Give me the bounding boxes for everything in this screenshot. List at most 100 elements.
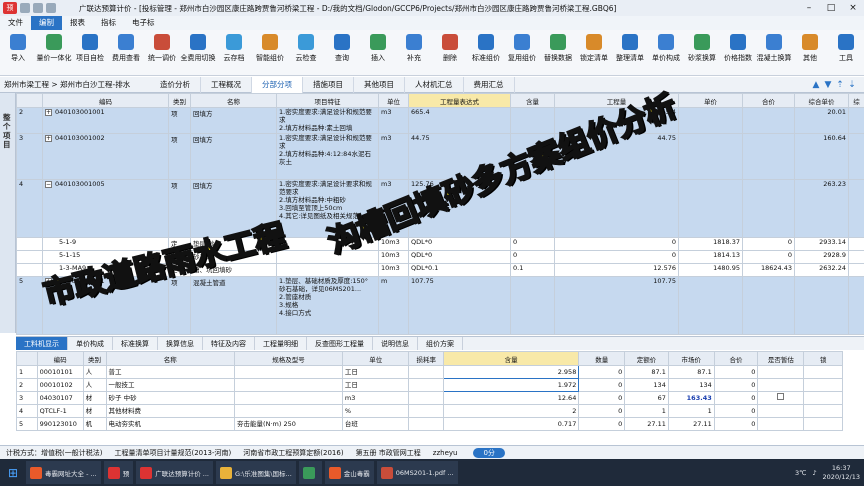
expand-icon[interactable]: +	[45, 109, 52, 116]
taskbar-app-5[interactable]: 金山毒霸	[324, 461, 374, 484]
toolbar-button-14[interactable]: 复用组价	[504, 30, 540, 76]
cell-qty[interactable]: 0	[554, 237, 679, 251]
cell-qty[interactable]: 0	[578, 417, 626, 431]
cell-loss[interactable]	[408, 391, 444, 405]
toolbar-button-22[interactable]: 其他	[792, 30, 828, 76]
toolbar-button-10[interactable]: 插入	[360, 30, 396, 76]
cell-type[interactable]: 材	[82, 404, 107, 418]
cell-unit_total[interactable]: 20.01	[794, 107, 849, 134]
cell-price[interactable]: 1814.13	[678, 250, 743, 264]
cell-base[interactable]: 27.11	[624, 417, 669, 431]
volume-icon[interactable]: ♪	[812, 469, 816, 477]
toolbar-button-5[interactable]: 全费用切换	[180, 30, 216, 76]
arrow-top-icon[interactable]: ⇡	[834, 77, 846, 93]
cell-qty[interactable]: 0	[578, 378, 626, 392]
panel-tab-6[interactable]: 反查图形工程量	[307, 337, 373, 350]
cell-unit[interactable]: 10m3	[378, 250, 409, 264]
toolbar-button-3[interactable]: 费用查看	[108, 30, 144, 76]
cell-total[interactable]: 0	[713, 391, 759, 405]
toolbar-button-12[interactable]: 删除	[432, 30, 468, 76]
panel-tab-4[interactable]: 特征及内容	[203, 337, 255, 350]
cell-content[interactable]: 0.717	[442, 417, 580, 431]
col-header[interactable]: 含量	[510, 93, 555, 108]
col-header[interactable]: 编码	[42, 93, 169, 108]
toolbar-button-21[interactable]: 混凝土换算	[756, 30, 792, 76]
cell-spec[interactable]	[234, 391, 343, 405]
collapse-icon[interactable]: −	[45, 181, 52, 188]
col-header[interactable]: 单位	[341, 351, 410, 366]
cell-unit[interactable]: 台班	[341, 417, 410, 431]
cell-total[interactable]: 0	[713, 378, 759, 392]
cell-unit[interactable]: m3	[378, 107, 409, 134]
cell-total[interactable]: 0	[713, 417, 759, 431]
cell-type[interactable]: 机	[82, 417, 107, 431]
col-header[interactable]: 含量	[442, 351, 580, 366]
cell-qty[interactable]: 0	[578, 404, 626, 418]
cell-total[interactable]	[742, 107, 795, 134]
breadcrumb[interactable]: 郑州市梁工程 > 郑州市白沙工程-排水	[0, 79, 150, 90]
col-header[interactable]: 合价	[713, 351, 759, 366]
cell-unit[interactable]: %	[341, 404, 410, 418]
cell-content[interactable]: 2	[442, 404, 580, 418]
cell-unit[interactable]: 10m3	[378, 263, 409, 277]
arrow-bottom-icon[interactable]: ⇣	[846, 77, 858, 93]
score-pill[interactable]: 0分	[473, 447, 505, 458]
cell-spec[interactable]	[234, 365, 343, 379]
cell-qty[interactable]: 12.576	[554, 263, 679, 277]
col-header[interactable]: 项目特征	[276, 93, 379, 108]
cell-qty[interactable]: 107.75	[554, 276, 679, 335]
col-header[interactable]: 定额价	[624, 351, 669, 366]
toolbar-button-15[interactable]: 替换数据	[540, 30, 576, 76]
table-row[interactable]: 3 04030107 材砂子 中砂 m3 12.64 0 67 163.43 0	[16, 391, 864, 405]
clock[interactable]: 16:37 2020/12/13	[823, 464, 860, 482]
cell-type[interactable]: 项	[168, 179, 191, 238]
col-header[interactable]: 类别	[82, 351, 107, 366]
taskbar-app-2[interactable]: 广联达预算计价 ...	[136, 461, 213, 484]
cell-price[interactable]: 1818.37	[678, 237, 743, 251]
cell-total[interactable]	[742, 133, 795, 180]
col-header[interactable]: 单位	[378, 93, 409, 108]
cell-type[interactable]: 人	[82, 365, 107, 379]
tab-6[interactable]: 费用汇总	[464, 76, 515, 93]
cell-code[interactable]: 990123010	[36, 417, 84, 431]
cell-type[interactable]: 项	[168, 133, 191, 180]
redo-icon[interactable]	[46, 3, 56, 13]
save-icon[interactable]	[20, 3, 30, 13]
cell-unit_total[interactable]: 263.23	[794, 179, 849, 238]
cell-type[interactable]: 人	[82, 378, 107, 392]
cell-code[interactable]: +040103001001	[42, 107, 169, 134]
menu-item-0[interactable]: 文件	[0, 16, 31, 30]
cell-code[interactable]: −040103001005	[42, 179, 169, 238]
cell-market[interactable]: 134	[667, 378, 715, 392]
cell-unit[interactable]: m	[378, 276, 409, 335]
menu-item-2[interactable]: 报表	[62, 16, 93, 30]
tab-5[interactable]: 人材机汇总	[405, 76, 464, 93]
cell-market[interactable]: 27.11	[667, 417, 715, 431]
table-row[interactable]: 2 00010102 人一般技工 工日 1.972 0 134 134 0	[16, 378, 864, 392]
cell-name[interactable]: 回填方	[190, 133, 277, 180]
toolbar-button-9[interactable]: 查询	[324, 30, 360, 76]
col-header[interactable]: 类别	[168, 93, 191, 108]
cell-name[interactable]: 回填方	[190, 107, 277, 134]
cell-feature[interactable]	[276, 250, 379, 264]
cell-qty[interactable]	[554, 179, 679, 238]
table-row[interactable]: 4 QTCLF-1 材其他材料费% 2 0 1 1 0	[16, 404, 864, 418]
cell-unit[interactable]: 工日	[341, 378, 410, 392]
toolbar-button-4[interactable]: 统一调价	[144, 30, 180, 76]
cell-total[interactable]: 0	[742, 250, 795, 264]
cell-total[interactable]: 0	[742, 237, 795, 251]
cell-spec[interactable]	[234, 378, 343, 392]
menu-item-4[interactable]: 电子标	[124, 16, 163, 30]
cell-loss[interactable]	[408, 365, 444, 379]
cell-unit_total[interactable]	[794, 276, 849, 335]
menu-item-3[interactable]: 指标	[93, 16, 124, 30]
toolbar-button-8[interactable]: 云检查	[288, 30, 324, 76]
cell-code[interactable]: +040103001002	[42, 133, 169, 180]
cell-expr[interactable]: QDL*0.1	[408, 263, 511, 277]
taskbar-app-4[interactable]	[298, 461, 322, 484]
taskbar-app-6[interactable]: 06MS201-1.pdf ...	[376, 461, 458, 484]
cell-market[interactable]: 1	[667, 404, 715, 418]
cell-qty[interactable]: 0	[554, 250, 679, 264]
cell-spec[interactable]: 夯击能量(N·m) 250	[234, 417, 343, 431]
col-header[interactable]: 是否暂估	[757, 351, 805, 366]
